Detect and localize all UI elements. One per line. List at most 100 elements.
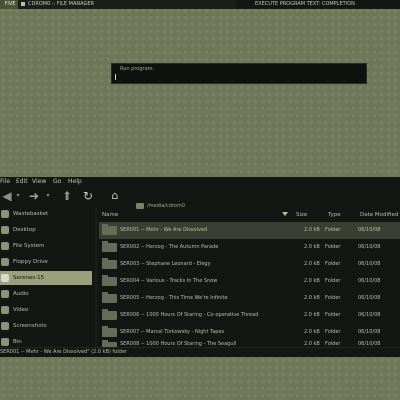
file-date: 06/10/08 [358, 261, 381, 267]
column-header-type[interactable]: Type [328, 211, 341, 219]
file-type: Folder [325, 295, 341, 301]
file-list-header: Name Size Type Date Modified [99, 211, 400, 219]
harddisk-icon [1, 242, 9, 250]
sidebar-item-label: Audio [13, 291, 29, 297]
status-bar: SER001 -- Mehr - We Are Dissolved" (2.0 … [0, 347, 400, 357]
file-row[interactable]: SER002 -- Herzog - The Autumn Parade 2.0… [99, 239, 400, 256]
panel-status-text: EXECUTE PROGRAM TEXT: COMPLETION [255, 1, 355, 7]
home-icon[interactable]: ⌂ [107, 188, 123, 204]
folder-icon [102, 241, 117, 252]
sidebar-item-screenshots[interactable]: Screenshots [0, 319, 92, 333]
file-size: 2.0 kB [304, 295, 320, 301]
file-date: 06/10/08 [358, 244, 381, 250]
sidebar-item-video[interactable]: Video [0, 303, 92, 317]
file-type: Folder [325, 341, 341, 347]
file-type: Folder [325, 261, 341, 267]
trash-icon [1, 210, 9, 218]
folder-icon [102, 258, 117, 269]
file-size: 2.0 kB [304, 261, 320, 267]
file-size: 2.0 kB [304, 341, 320, 347]
file-date: 06/10/08 [358, 227, 381, 233]
file-name: SER001 -- Mehr - We Are Dissolved [120, 227, 208, 233]
sort-descending-icon [282, 212, 288, 216]
file-type: Folder [325, 312, 341, 318]
folder-icon [102, 309, 117, 320]
run-program-label: Run program: [120, 66, 155, 72]
menu-edit[interactable]: Edit [16, 177, 28, 186]
file-name: SER006 -- 1000 Hours Of Staring - Co-ope… [120, 312, 259, 318]
column-header-date[interactable]: Date Modified [360, 211, 398, 219]
folder-icon [1, 290, 9, 298]
folder-icon [1, 306, 9, 314]
file-date: 06/10/08 [358, 312, 381, 318]
column-header-name[interactable]: Name [102, 211, 118, 219]
sidebar-scrollbar[interactable] [95, 207, 97, 351]
sidebar-item-cdrom[interactable]: Serenes-15 [0, 271, 92, 285]
location-path: /media/cdrom0 [147, 203, 185, 209]
sidebar-item-label: Wastebasket [13, 211, 49, 217]
file-size: 2.0 kB [304, 312, 320, 318]
run-program-input[interactable] [115, 74, 359, 80]
run-program-dialog: Run program: [111, 63, 367, 84]
folder-icon [136, 202, 144, 209]
file-name: SER008 -- 1000 Hours Of Staring - The Se… [120, 341, 237, 347]
file-size: 2.0 kB [304, 244, 320, 250]
folder-icon [102, 326, 117, 337]
forward-arrow-icon[interactable]: ➜ [26, 188, 42, 204]
sidebar-item-audio[interactable]: Audio [0, 287, 92, 301]
top-panel: FIVE CDROM0 :: FILE MANAGER EXECUTE PROG… [0, 0, 400, 9]
sidebar-item-wastebasket[interactable]: Wastebasket [0, 207, 92, 221]
sidebar-item-label: Video [13, 307, 29, 313]
up-arrow-icon[interactable]: ⬆ [59, 188, 75, 204]
folder-icon [1, 322, 9, 330]
file-date: 06/10/08 [358, 341, 381, 347]
file-size: 2.0 kB [304, 227, 320, 233]
text-cursor [115, 74, 116, 80]
menu-file[interactable]: File [0, 177, 10, 186]
workspace-indicator[interactable]: FIVE [0, 0, 20, 9]
window-title: CDROM0 :: FILE MANAGER [28, 1, 94, 7]
file-name: SER005 -- Herzog - This Time We're Infin… [120, 295, 228, 301]
floppy-icon [1, 258, 9, 266]
folder-icon [1, 338, 9, 346]
file-row[interactable]: SER004 -- Various - Tracks In The Snow 2… [99, 273, 400, 290]
folder-icon [102, 292, 117, 303]
file-date: 06/10/08 [358, 278, 381, 284]
sidebar-item-desktop[interactable]: Desktop [0, 223, 92, 237]
window-title-tab[interactable]: CDROM0 :: FILE MANAGER [18, 0, 236, 9]
file-type: Folder [325, 278, 341, 284]
reload-icon[interactable]: ↻ [80, 188, 96, 204]
forward-history-chevron-icon[interactable]: ▾ [44, 188, 52, 204]
file-row[interactable]: SER001 -- Mehr - We Are Dissolved 2.0 kB… [99, 222, 400, 239]
sidebar: Wastebasket Desktop File System Floppy D… [0, 207, 96, 351]
file-size: 2.0 kB [304, 278, 320, 284]
menu-help[interactable]: Help [68, 177, 82, 186]
menu-go[interactable]: Go [53, 177, 61, 186]
toolbar: ◀ ▾ ➜ ▾ ⬆ ↻ ⌂ /media/cdrom0 [0, 187, 400, 209]
file-row[interactable]: SER005 -- Herzog - This Time We're Infin… [99, 290, 400, 307]
sidebar-item-label: Screenshots [13, 323, 47, 329]
sidebar-item-label: Serenes-15 [13, 275, 45, 281]
file-name: SER004 -- Various - Tracks In The Snow [120, 278, 218, 284]
file-row[interactable]: SER008 -- 1000 Hours Of Staring - The Se… [99, 338, 400, 347]
file-name: SER003 -- Stephane Leonard - Elegy [120, 261, 211, 267]
folder-icon [102, 224, 117, 235]
sidebar-item-file-system[interactable]: File System [0, 239, 92, 253]
location-bar[interactable]: /media/cdrom0 [136, 201, 398, 211]
file-row[interactable]: SER006 -- 1000 Hours Of Staring - Co-ope… [99, 307, 400, 324]
back-arrow-icon[interactable]: ◀ [0, 188, 14, 204]
cdrom-icon [1, 274, 9, 282]
file-date: 06/10/08 [358, 295, 381, 301]
desktop-icon [1, 226, 9, 234]
sidebar-item-label: Desktop [13, 227, 36, 233]
file-type: Folder [325, 244, 341, 250]
sidebar-item-floppy-drive[interactable]: Floppy Drive [0, 255, 92, 269]
file-name: SER002 -- Herzog - The Autumn Parade [120, 244, 219, 250]
back-history-chevron-icon[interactable]: ▾ [14, 188, 22, 204]
menu-view[interactable]: View [32, 177, 46, 186]
file-row[interactable]: SER003 -- Stephane Leonard - Elegy 2.0 k… [99, 256, 400, 273]
column-header-size[interactable]: Size [296, 211, 307, 219]
file-manager-window: File Edit View Go Help ◀ ▾ ➜ ▾ ⬆ ↻ ⌂ /me… [0, 177, 400, 357]
menu-bar: File Edit View Go Help [0, 177, 400, 186]
window-icon [21, 1, 25, 6]
